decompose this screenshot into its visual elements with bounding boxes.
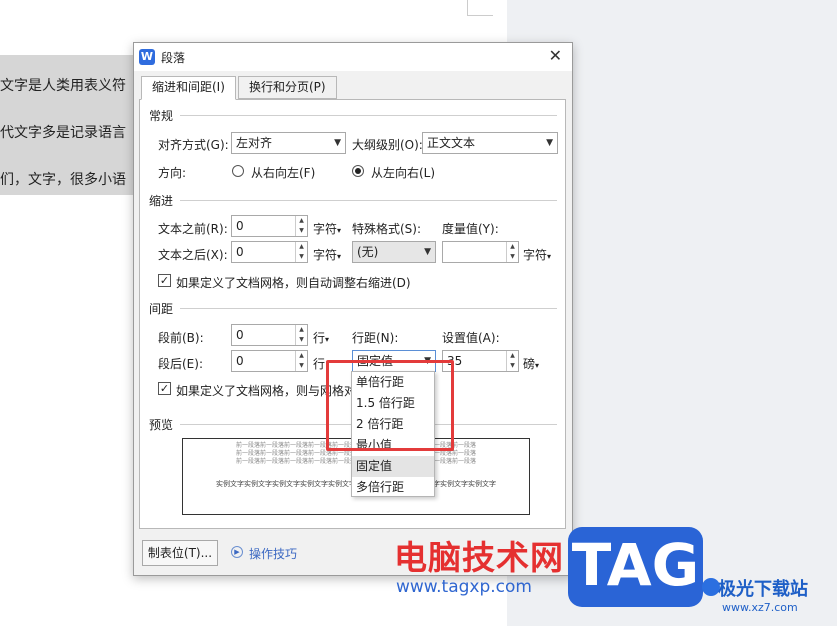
close-icon[interactable]: ✕ bbox=[549, 46, 562, 65]
watermark-brand-url: www.xz7.com bbox=[722, 601, 798, 614]
space-after-label: 段后(E): bbox=[158, 357, 203, 371]
measure-unit-dropdown[interactable]: 字符▾ bbox=[523, 246, 551, 263]
chevron-down-icon: ▼ bbox=[424, 247, 431, 257]
outline-value: 正文文本 bbox=[427, 136, 476, 150]
align-label: 对齐方式(G): bbox=[158, 138, 229, 152]
space-before-value: 0 bbox=[236, 328, 244, 342]
indent-before-unit-dropdown[interactable]: 字符▾ bbox=[313, 220, 341, 237]
set-value-unit-dropdown[interactable]: 磅▾ bbox=[523, 355, 539, 372]
indent-after-spinner[interactable]: 0 ▲ ▼ bbox=[231, 241, 308, 263]
play-icon[interactable]: ▶ bbox=[231, 546, 243, 558]
spin-up-icon[interactable]: ▲ bbox=[507, 242, 518, 252]
ltr-label[interactable]: 从左向右(L) bbox=[371, 164, 435, 181]
doc-line[interactable]: 文字是人类用表义符 bbox=[0, 75, 126, 95]
tag-logo: TAG bbox=[568, 527, 703, 607]
indent-after-label: 文本之后(X): bbox=[158, 248, 228, 262]
watermark-site-name: 电脑技术网 bbox=[394, 538, 564, 577]
chevron-down-icon: ▼ bbox=[334, 138, 341, 148]
space-after-value: 0 bbox=[236, 354, 244, 368]
spin-down-icon[interactable]: ▼ bbox=[507, 252, 518, 262]
divider bbox=[180, 308, 557, 309]
spin-up-icon[interactable]: ▲ bbox=[296, 351, 307, 361]
space-before-label: 段前(B): bbox=[158, 331, 204, 345]
caret-down-icon: ▾ bbox=[325, 335, 330, 344]
spin-down-icon[interactable]: ▼ bbox=[296, 335, 307, 345]
space-after-spinner[interactable]: 0 ▲ ▼ bbox=[231, 350, 308, 372]
indent-grid-label[interactable]: 如果定义了文档网格，则自动调整右缩进(D) bbox=[176, 274, 411, 291]
tips-link[interactable]: 操作技巧 bbox=[249, 545, 297, 562]
selected-text-highlight: 文字是人类用表义符 代文字多是记录语言 们，文字，很多小语 bbox=[0, 55, 150, 195]
direction-label: 方向: bbox=[158, 166, 187, 180]
divider bbox=[180, 115, 557, 116]
align-value: 左对齐 bbox=[236, 136, 273, 150]
space-before-unit-dropdown[interactable]: 行▾ bbox=[313, 329, 329, 346]
special-format-select[interactable]: (无) ▼ bbox=[352, 241, 436, 263]
tab-line-page-breaks[interactable]: 换行和分页(P) bbox=[238, 76, 337, 99]
spin-up-icon[interactable]: ▲ bbox=[296, 325, 307, 335]
indent-before-spinner[interactable]: 0 ▲ ▼ bbox=[231, 215, 308, 237]
dropdown-option-selected[interactable]: 固定值 bbox=[352, 456, 434, 477]
dialog-titlebar[interactable]: W 段落 ✕ bbox=[134, 43, 572, 71]
indent-before-label: 文本之前(R): bbox=[158, 222, 228, 236]
divider bbox=[180, 200, 557, 201]
section-preview: 预览 bbox=[149, 418, 174, 432]
unit-text: 字符 bbox=[313, 222, 338, 236]
doc-line[interactable]: 代文字多是记录语言 bbox=[0, 122, 126, 142]
tab-stops-button[interactable]: 制表位(T)... bbox=[142, 540, 218, 566]
unit-text: 行 bbox=[313, 331, 326, 345]
spin-up-icon[interactable]: ▲ bbox=[296, 242, 307, 252]
spin-down-icon[interactable]: ▼ bbox=[507, 361, 518, 371]
spacing-grid-checkbox[interactable]: ✓ bbox=[158, 382, 171, 395]
spin-down-icon[interactable]: ▼ bbox=[296, 361, 307, 371]
wps-logo-icon: W bbox=[139, 49, 155, 65]
tab-indent-spacing[interactable]: 缩进和间距(I) bbox=[141, 76, 236, 100]
spin-up-icon[interactable]: ▲ bbox=[507, 351, 518, 361]
dropdown-option[interactable]: 多倍行距 bbox=[352, 477, 434, 498]
outline-select[interactable]: 正文文本 ▼ bbox=[422, 132, 558, 154]
caret-down-icon: ▾ bbox=[547, 252, 552, 261]
space-after-unit-dropdown[interactable]: 行 bbox=[313, 355, 325, 372]
caret-down-icon: ▾ bbox=[337, 226, 342, 235]
line-spacing-label: 行距(N): bbox=[352, 331, 399, 345]
unit-text: 字符 bbox=[313, 248, 338, 262]
indent-after-unit-dropdown[interactable]: 字符▾ bbox=[313, 246, 341, 263]
unit-text: 行 bbox=[313, 357, 326, 371]
special-format-value: (无) bbox=[357, 245, 379, 259]
watermark-site-url: www.tagxp.com bbox=[396, 577, 532, 597]
section-general: 常规 bbox=[149, 109, 174, 123]
chevron-down-icon: ▼ bbox=[546, 138, 553, 148]
tag-logo-text: TAG bbox=[571, 531, 700, 599]
doc-line[interactable]: 们，文字，很多小语 bbox=[0, 169, 126, 189]
align-select[interactable]: 左对齐 ▼ bbox=[231, 132, 346, 154]
caret-down-icon: ▾ bbox=[337, 252, 342, 261]
rtl-radio[interactable] bbox=[232, 165, 244, 177]
indent-after-value: 0 bbox=[236, 245, 244, 259]
section-spacing: 间距 bbox=[149, 302, 174, 316]
outline-label: 大纲级别(O): bbox=[352, 138, 423, 152]
page-corner-marker bbox=[467, 0, 493, 16]
highlight-annotation-box bbox=[326, 360, 454, 451]
set-value-label: 设置值(A): bbox=[442, 331, 500, 345]
rtl-label[interactable]: 从右向左(F) bbox=[251, 164, 315, 181]
measure-spinner[interactable]: ▲ ▼ bbox=[442, 241, 519, 263]
space-before-spinner[interactable]: 0 ▲ ▼ bbox=[231, 324, 308, 346]
section-indent: 缩进 bbox=[149, 194, 174, 208]
ltr-radio[interactable] bbox=[352, 165, 364, 177]
indent-before-value: 0 bbox=[236, 219, 244, 233]
dialog-title: 段落 bbox=[161, 51, 186, 65]
watermark-brand: 极光下载站 bbox=[718, 579, 808, 600]
measure-label: 度量值(Y): bbox=[442, 222, 499, 236]
indent-grid-checkbox[interactable]: ✓ bbox=[158, 274, 171, 287]
spin-down-icon[interactable]: ▼ bbox=[296, 252, 307, 262]
special-format-label: 特殊格式(S): bbox=[352, 222, 422, 236]
caret-down-icon: ▾ bbox=[535, 361, 540, 370]
spin-down-icon[interactable]: ▼ bbox=[296, 226, 307, 236]
unit-text: 磅 bbox=[523, 357, 536, 371]
spin-up-icon[interactable]: ▲ bbox=[296, 216, 307, 226]
unit-text: 字符 bbox=[523, 248, 548, 262]
